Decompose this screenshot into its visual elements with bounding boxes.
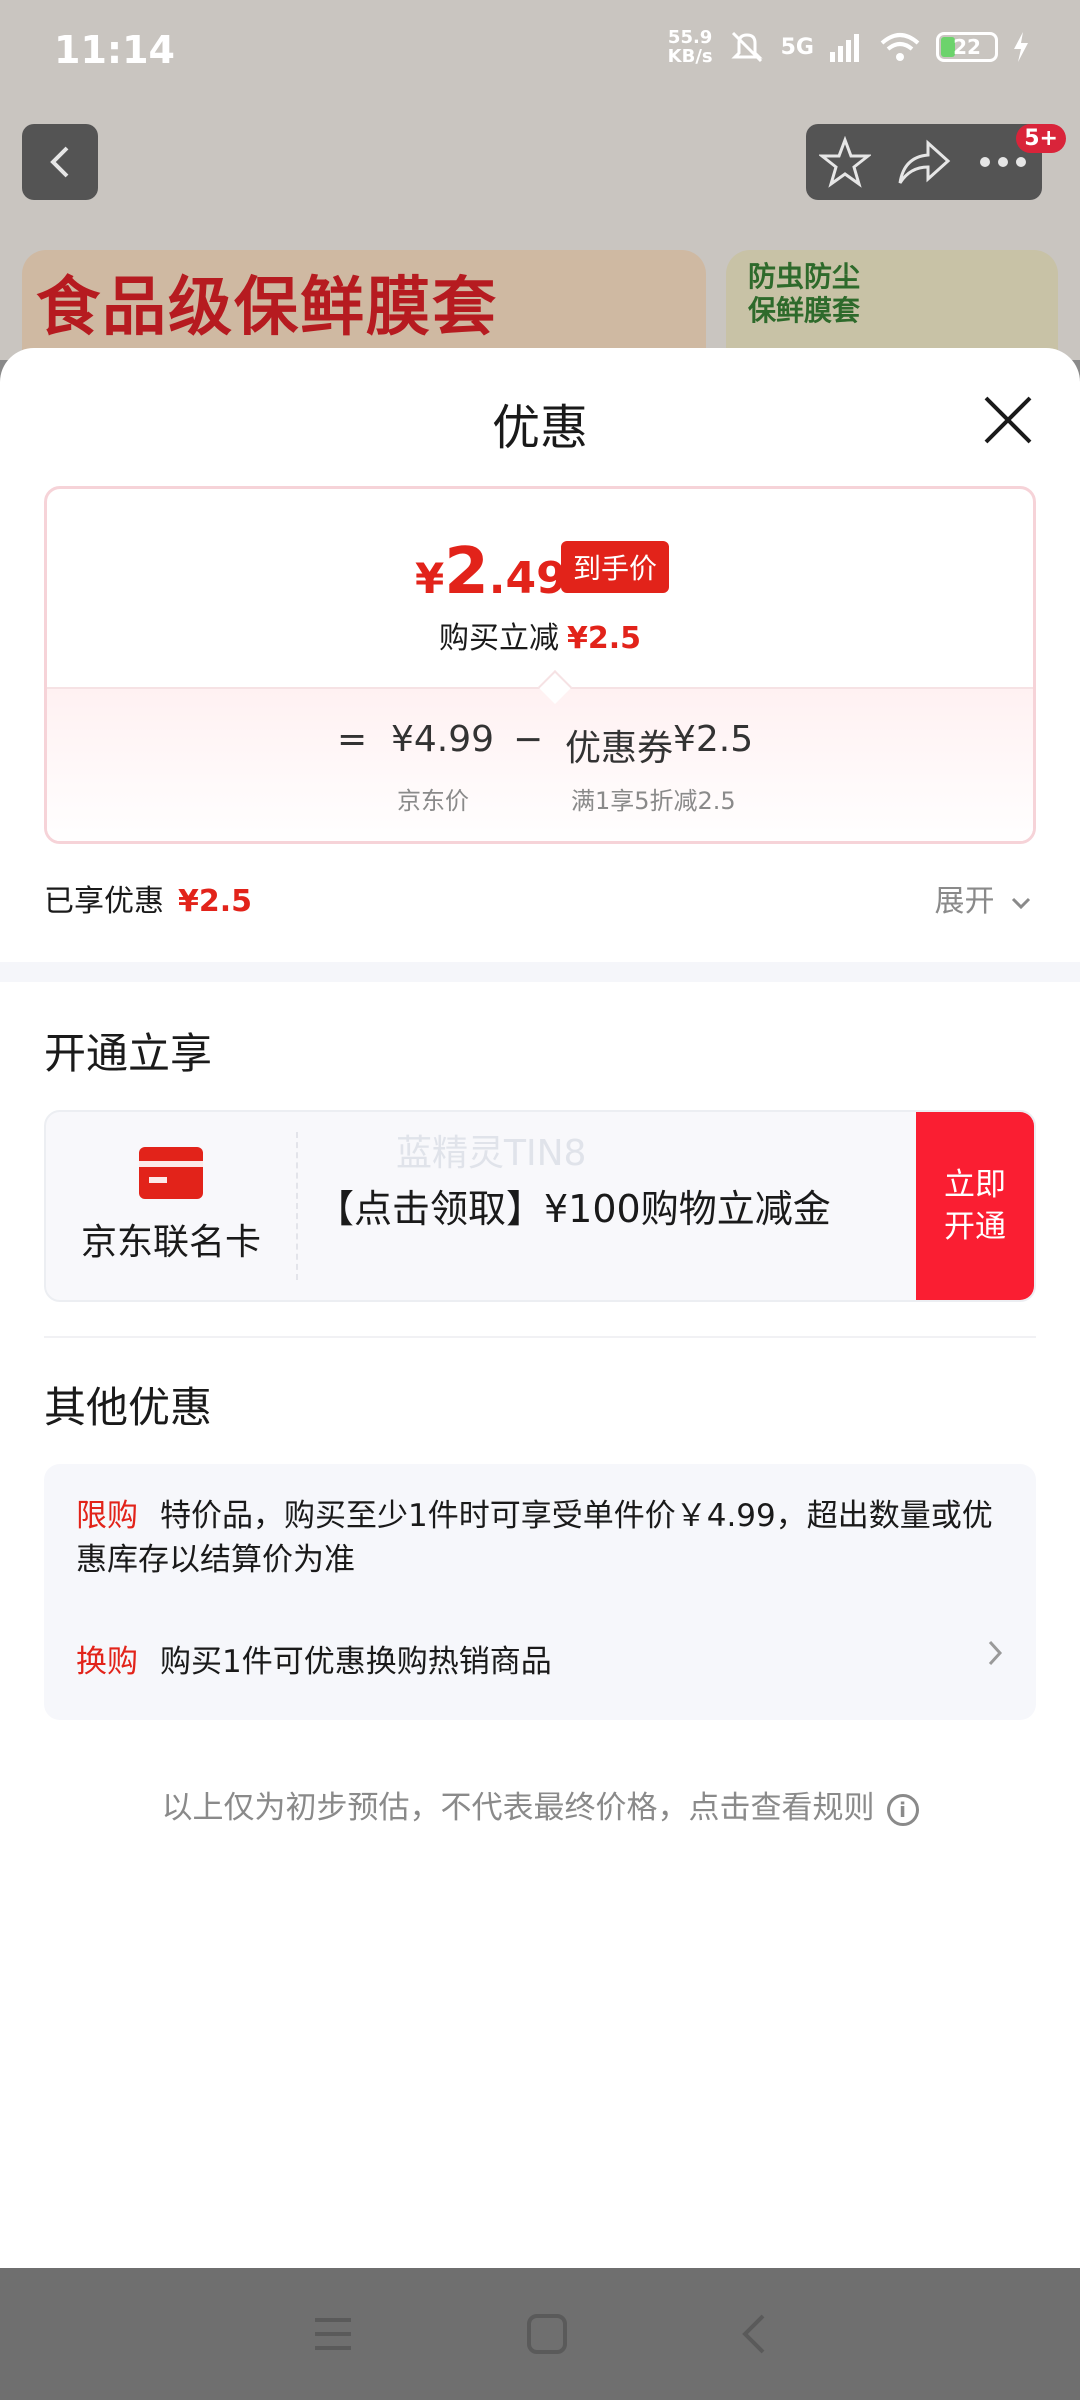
- banner-line1: 防虫防尘: [748, 260, 861, 293]
- price-card: ¥ 2 .49 到手价 购买立减 ¥2.5 = ¥4.99 − 优惠券 ¥2.5 …: [44, 486, 1036, 844]
- expand-label: 展开: [934, 884, 995, 919]
- banner-line2: 保鲜膜套: [748, 294, 861, 327]
- credit-card-icon: [139, 1147, 203, 1199]
- open-section-title: 开通立享: [44, 1029, 213, 1078]
- back-button[interactable]: [22, 124, 98, 200]
- system-nav-bar: [0, 2268, 1080, 2400]
- base-price-caption: 京东价: [397, 787, 469, 815]
- card-brand: 京东联名卡: [46, 1112, 296, 1300]
- chevron-right-icon[interactable]: [986, 1638, 1004, 1668]
- home-icon[interactable]: [525, 2312, 569, 2356]
- trade-in-row[interactable]: 换购 购买1件可优惠换购热销商品: [76, 1636, 552, 1681]
- price-decimal: .49: [488, 553, 567, 604]
- enjoyed-label: 已享优惠: [44, 884, 164, 919]
- reduction-label: 购买立减: [438, 621, 559, 656]
- expand-button[interactable]: 展开: [934, 876, 1032, 920]
- swap-text: 购买1件可优惠换购热销商品: [160, 1644, 552, 1680]
- product-banner-left[interactable]: 食品级保鲜膜套: [22, 250, 706, 360]
- back-nav-icon[interactable]: [739, 2312, 769, 2356]
- star-icon[interactable]: [818, 136, 871, 188]
- coupon-amount: ¥2.5: [673, 719, 754, 760]
- network-speed: 55.9 KB/s: [668, 28, 713, 66]
- reduction-amount: ¥2.5: [566, 621, 642, 656]
- final-price: ¥ 2 .49: [415, 535, 567, 609]
- more-icon[interactable]: [977, 155, 1029, 169]
- chevron-left-icon: [50, 146, 69, 178]
- speed-value: 55.9: [667, 27, 713, 48]
- equals-sign: =: [337, 719, 368, 760]
- chevron-down-icon: [1011, 897, 1031, 910]
- watermark: 蓝精灵TIN8: [396, 1133, 587, 1174]
- status-time: 11:14: [54, 28, 175, 72]
- header-actions: [806, 124, 1042, 200]
- close-icon[interactable]: [980, 392, 1036, 448]
- purchase-limit-row: 限购 特价品，购买至少1件时可享受单件价￥4.99，超出数量或优惠库存以结算价为准: [76, 1494, 1006, 1582]
- enjoyed-discount: 已享优惠 ¥2.5: [44, 876, 252, 920]
- other-section-title: 其他优惠: [44, 1383, 213, 1432]
- price-currency: ¥: [415, 554, 445, 603]
- status-icons: 55.9 KB/s 5G 22: [668, 28, 1030, 66]
- wifi-icon: [880, 33, 920, 61]
- price-formula: = ¥4.99 − 优惠券 ¥2.5 京东价 满1享5折减2.5: [47, 687, 1033, 841]
- charging-icon: [1014, 32, 1028, 62]
- instant-reduction: 购买立减 ¥2.5: [47, 613, 1033, 657]
- share-icon[interactable]: [896, 137, 952, 187]
- final-price-tag: 到手价: [561, 541, 670, 593]
- coupon-label: 优惠券: [565, 728, 674, 769]
- info-icon[interactable]: i: [886, 1793, 919, 1826]
- card-name: 京东联名卡: [80, 1222, 261, 1263]
- disclaimer[interactable]: 以上仅为初步预估，不代表最终价格，点击查看规则 i: [0, 1782, 1080, 1827]
- speed-unit: KB/s: [667, 46, 713, 67]
- product-banner-right[interactable]: 防虫防尘 保鲜膜套: [726, 250, 1058, 360]
- base-price: ¥4.99: [391, 719, 495, 760]
- thin-divider: [44, 1336, 1036, 1338]
- minus-sign: −: [513, 719, 544, 760]
- disclaimer-text: 以上仅为初步预估，不代表最终价格，点击查看规则: [161, 1790, 875, 1826]
- coupon-caption: 满1享5折减2.5: [571, 787, 736, 815]
- battery-level: 22: [953, 35, 981, 59]
- signal-icon: [830, 34, 859, 62]
- battery-icon: 22: [936, 32, 998, 62]
- enjoyed-amount: ¥2.5: [178, 884, 253, 919]
- limit-tag: 限购: [76, 1498, 138, 1534]
- price-summary: ¥ 2 .49 到手价 购买立减 ¥2.5: [47, 489, 1033, 689]
- sheet-title: 优惠: [491, 400, 588, 456]
- discount-sheet: 优惠 ¥ 2 .49 到手价 购买立减 ¥2.5 = ¥4.99 − 优惠券 ¥2…: [0, 348, 1080, 2268]
- status-bar: 11:14 55.9 KB/s 5G 22: [0, 0, 1080, 100]
- card-separator: [296, 1132, 298, 1280]
- section-divider: [0, 962, 1080, 982]
- network-type: 5G: [780, 34, 814, 60]
- background-page: 11:14 55.9 KB/s 5G 22 5+ 食品级保鲜膜套 防虫防尘 保鲜…: [0, 0, 1080, 360]
- mute-icon: [731, 31, 763, 63]
- price-integer: 2: [444, 535, 489, 609]
- menu-icon[interactable]: [311, 2314, 355, 2354]
- card-offer-text: 【点击领取】¥100购物立减金: [316, 1187, 831, 1231]
- other-offers: 限购 特价品，购买至少1件时可享受单件价￥4.99，超出数量或优惠库存以结算价为准…: [44, 1464, 1036, 1720]
- message-badge: 5+: [1016, 124, 1066, 153]
- swap-tag: 换购: [76, 1644, 138, 1680]
- open-now-button[interactable]: 立即开通: [916, 1112, 1034, 1300]
- co-brand-card-offer[interactable]: 京东联名卡 蓝精灵TIN8 【点击领取】¥100购物立减金 立即开通: [44, 1110, 1036, 1302]
- limit-text: 特价品，购买至少1件时可享受单件价￥4.99，超出数量或优惠库存以结算价为准: [76, 1498, 993, 1578]
- banner-title: 食品级保鲜膜套: [36, 271, 498, 345]
